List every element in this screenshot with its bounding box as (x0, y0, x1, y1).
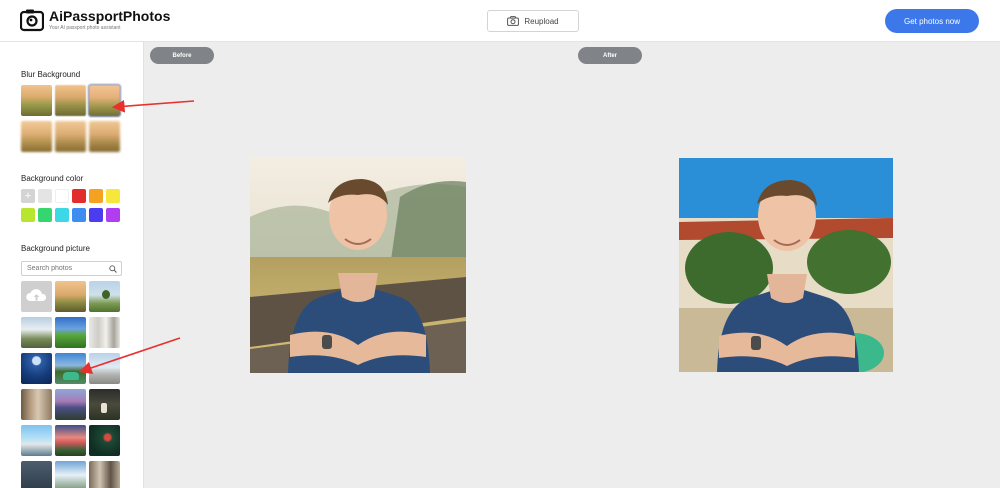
picture-purple-mountains[interactable] (55, 389, 86, 420)
brand-name: AiPassportPhotos (49, 8, 171, 24)
after-photo (679, 158, 893, 372)
background-picture-title: Background picture (21, 244, 90, 253)
blur-option-2[interactable] (55, 85, 86, 116)
color-swatch-purple[interactable] (106, 208, 120, 222)
color-swatch-blue[interactable] (72, 208, 86, 222)
camera-icon (507, 16, 520, 26)
top-bar: AiPassportPhotos Your AI passport photo … (0, 0, 1000, 42)
blur-background-title: Blur Background (21, 70, 81, 79)
color-swatch-cyan[interactable] (55, 208, 69, 222)
color-swatch-orange[interactable] (89, 189, 103, 203)
picture-interior-window[interactable] (89, 317, 120, 348)
picture-green-field[interactable] (55, 317, 86, 348)
before-photo (250, 157, 466, 373)
picture-sunset-field[interactable] (55, 281, 86, 312)
upload-picture-tile[interactable] (21, 281, 52, 312)
search-input[interactable] (27, 265, 109, 272)
color-swatch-green[interactable] (38, 208, 52, 222)
brand-tagline: Your AI passport photo assistant (49, 25, 121, 31)
picture-dark-forest[interactable] (89, 389, 120, 420)
picture-house-garden[interactable] (55, 353, 86, 384)
blur-option-4[interactable] (21, 121, 52, 152)
cloud-upload-icon (26, 289, 47, 301)
picture-moon-sky[interactable] (21, 353, 52, 384)
blur-option-6[interactable] (89, 121, 120, 152)
picture-beach-house[interactable] (21, 425, 52, 456)
custom-color-plus-icon[interactable]: + (21, 189, 35, 203)
logo[interactable]: AiPassportPhotos Your AI passport photo … (20, 8, 170, 32)
picture-sunset-hills[interactable] (55, 425, 86, 456)
picture-tree-meadow[interactable] (89, 281, 120, 312)
picture-mountain-village[interactable] (21, 317, 52, 348)
sidebar: Blur Background Background color + Backg… (0, 42, 144, 488)
color-swatch-indigo[interactable] (89, 208, 103, 222)
get-photos-button[interactable]: Get photos now (885, 9, 979, 33)
picture-lake-view[interactable] (55, 461, 86, 488)
background-color-title: Background color (21, 174, 84, 183)
picture-wooden-door[interactable] (21, 389, 52, 420)
color-swatch-lime[interactable] (21, 208, 35, 222)
search-icon[interactable] (109, 265, 117, 273)
picture-tropical-leaves[interactable] (89, 425, 120, 456)
camera-logo-icon (20, 9, 44, 32)
reupload-label: Reupload (524, 16, 559, 26)
color-swatch-white[interactable] (55, 189, 69, 203)
color-swatch-yellow[interactable] (106, 189, 120, 203)
blur-option-1[interactable] (21, 85, 52, 116)
color-swatch-red[interactable] (72, 189, 86, 203)
picture-city-street[interactable] (21, 461, 52, 488)
search-photos-field[interactable] (21, 261, 122, 276)
blur-option-3[interactable] (88, 84, 121, 117)
before-label: Before (150, 47, 214, 64)
color-swatch-light-gray[interactable] (38, 189, 52, 203)
after-label: After (578, 47, 642, 64)
reupload-button[interactable]: Reupload (487, 10, 579, 32)
picture-snow-landscape[interactable] (89, 353, 120, 384)
blur-option-5[interactable] (55, 121, 86, 152)
picture-forest-trunks[interactable] (89, 461, 120, 488)
